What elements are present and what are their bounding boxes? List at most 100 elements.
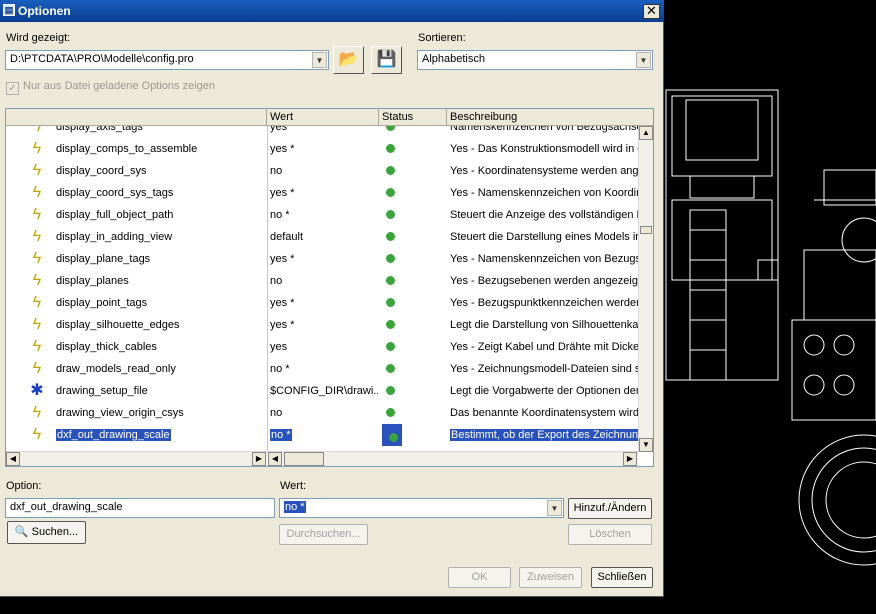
option-description: Yes - Das Konstruktionsmodell wird in de: [450, 138, 638, 160]
scroll-left-icon[interactable]: ◀: [268, 452, 282, 466]
status-cell: [382, 314, 446, 336]
chevron-down-icon[interactable]: ▼: [636, 52, 651, 68]
option-value: yes *: [270, 292, 378, 314]
option-description: Yes - Namenskennzeichen von Koordin: [450, 182, 638, 204]
sort-combo[interactable]: Alphabetisch ▼: [417, 50, 653, 70]
table-row[interactable]: ϟ display_axis_tags yes Namenskennzeichen v…: [6, 126, 638, 138]
status-dot-icon: [386, 144, 395, 153]
shown-file-combo[interactable]: D:\PTCDATA\PRO\Modelle\config.pro ▼: [5, 50, 329, 70]
add-change-button[interactable]: Hinzuf./Ändern: [568, 498, 652, 519]
status-dot-icon: [386, 232, 395, 241]
scroll-right-icon[interactable]: ▶: [623, 452, 637, 466]
option-value-text: yes *: [270, 297, 295, 309]
apply-button[interactable]: Zuweisen: [519, 567, 582, 588]
cad-part-outline: [689, 175, 755, 199]
folder-icon: 📂: [338, 51, 359, 68]
table-row[interactable]: ϟ dxf_out_drawing_scale no * Bestimmt, ob d…: [6, 424, 638, 446]
lightning-icon: ϟ: [32, 272, 42, 289]
options-table: Wert Status Beschreibung ϟ display_axis_t…: [5, 108, 654, 467]
lightning-icon: ϟ: [32, 360, 42, 377]
search-button-label: Suchen...: [31, 526, 79, 538]
option-input[interactable]: dxf_out_drawing_scale: [5, 498, 275, 518]
table-row[interactable]: ϟ display_comps_to_assemble yes * Yes - Das…: [6, 138, 638, 160]
delete-button[interactable]: Löschen: [568, 524, 652, 545]
horizontal-scrollbar-right[interactable]: ◀ ▶: [268, 451, 638, 466]
option-label: Option:: [6, 480, 42, 492]
shown-label: Wird gezeigt:: [6, 32, 71, 44]
table-row[interactable]: ϟ display_in_adding_view default Steuert di…: [6, 226, 638, 248]
status-cell: [382, 402, 446, 424]
table-row[interactable]: ϟ display_point_tags yes * Yes - Bezugspunk…: [6, 292, 638, 314]
sort-value: Alphabetisch: [422, 53, 485, 65]
table-row[interactable]: ϟ display_coord_sys no Yes - Koordinatensys…: [6, 160, 638, 182]
lightning-icon: ϟ: [32, 140, 42, 157]
table-row[interactable]: ϟ display_plane_tags yes * Yes - Namenskenn…: [6, 248, 638, 270]
status-box: [382, 297, 395, 309]
scroll-down-icon[interactable]: ▼: [639, 438, 653, 452]
ok-button[interactable]: OK: [448, 567, 511, 588]
table-row[interactable]: ϟ display_silhouette_edges yes * Legt die D…: [6, 314, 638, 336]
save-file-button[interactable]: 💾: [371, 46, 402, 74]
option-value-text: yes *: [270, 143, 295, 155]
window-title: Optionen: [18, 4, 71, 18]
browse-button[interactable]: Durchsuchen...: [279, 524, 368, 545]
option-value-text: no: [270, 407, 283, 419]
value-combo[interactable]: no * ▼: [279, 498, 564, 518]
lightning-icon: ϟ: [32, 250, 42, 267]
option-description: Bestimmt, ob der Export des Zeichnung-: [450, 424, 638, 446]
column-header-value[interactable]: Wert: [267, 109, 379, 126]
option-value: yes *: [270, 138, 378, 160]
title-bar[interactable]: ▤ Optionen ✕: [0, 0, 664, 22]
cad-model-viewport[interactable]: [664, 0, 876, 614]
only-file-options-checkbox[interactable]: ✓ Nur aus Datei geladene Options zeigen: [6, 80, 215, 95]
option-value: yes: [270, 336, 378, 358]
table-row[interactable]: ϟ display_thick_cables yes Yes - Zeigt Kabe…: [6, 336, 638, 358]
vertical-scrollbar[interactable]: ▲ ▼: [638, 126, 653, 452]
option-name-text: display_point_tags: [56, 297, 148, 309]
horizontal-scrollbar-left[interactable]: ◀ ▶: [6, 451, 267, 466]
option-value: default: [270, 226, 378, 248]
option-description: Yes - Zeigt Kabel und Drähte mit Dicke: [450, 336, 638, 358]
table-row[interactable]: ϟ display_coord_sys_tags yes * Yes - Namens…: [6, 182, 638, 204]
column-header-status[interactable]: Status: [379, 109, 447, 126]
table-row[interactable]: ✱ drawing_setup_file $CONFIG_DIR\drawi... L…: [6, 380, 638, 402]
vertical-scroll-thumb[interactable]: [640, 226, 652, 234]
option-name: drawing_setup_file: [56, 380, 266, 402]
cad-part-outline: [803, 249, 876, 321]
option-value-text: no: [270, 275, 283, 287]
close-icon[interactable]: ✕: [643, 4, 660, 19]
cad-part-outline: [757, 259, 779, 281]
close-button[interactable]: Schließen: [591, 567, 653, 588]
cad-stud-outline: [803, 334, 825, 356]
status-cell: [382, 292, 446, 314]
column-header-description[interactable]: Beschreibung: [447, 109, 653, 126]
horizontal-scroll-thumb[interactable]: [284, 452, 324, 466]
status-dot-icon: [386, 254, 395, 263]
search-button[interactable]: 🔍 Suchen...: [7, 521, 86, 544]
cad-part-outline: [841, 217, 876, 263]
checkbox-box[interactable]: ✓: [6, 82, 19, 95]
scroll-left-icon[interactable]: ◀: [6, 452, 20, 466]
open-folder-button[interactable]: 📂: [333, 46, 364, 74]
status-dot-icon: [386, 342, 395, 351]
scroll-up-icon[interactable]: ▲: [639, 126, 653, 140]
option-description-text: Yes - Das Konstruktionsmodell wird in de: [450, 143, 638, 155]
option-value-text: yes *: [270, 187, 295, 199]
table-row[interactable]: ϟ display_planes no Yes - Bezugsebenen werd…: [6, 270, 638, 292]
option-value-text: no *: [270, 363, 290, 375]
option-description: Yes - Bezugsebenen werden angezeigt.: [450, 270, 638, 292]
chevron-down-icon[interactable]: ▼: [547, 500, 562, 516]
table-row[interactable]: ϟ draw_models_read_only no * Yes - Zeichnun…: [6, 358, 638, 380]
column-header-name[interactable]: [6, 109, 267, 126]
table-row[interactable]: ϟ display_full_object_path no * Steuert die…: [6, 204, 638, 226]
cad-part-outline: [665, 89, 779, 381]
chevron-down-icon[interactable]: ▼: [312, 52, 327, 68]
value-label: Wert:: [280, 480, 307, 492]
lightning-icon: ϟ: [32, 184, 42, 201]
option-value: yes *: [270, 182, 378, 204]
scroll-right-icon[interactable]: ▶: [252, 452, 266, 466]
lightning-icon: ϟ: [32, 228, 42, 245]
table-row[interactable]: ϟ drawing_view_origin_csys no Das benannte …: [6, 402, 638, 424]
lightning-icon: ϟ: [32, 404, 42, 421]
status-dot-icon: [389, 433, 398, 442]
